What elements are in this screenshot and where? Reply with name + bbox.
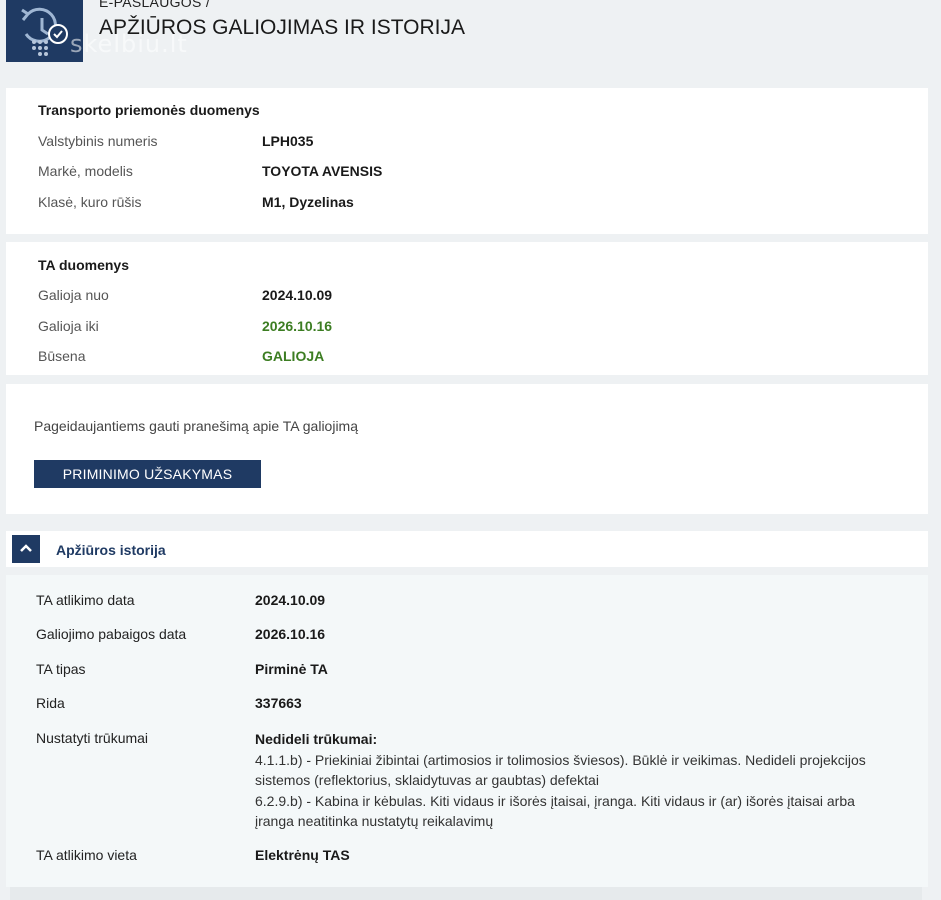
history-toggle-button[interactable] <box>12 535 40 563</box>
expiry-date-value: 2026.10.16 <box>255 626 326 642</box>
history-section-header[interactable]: Apžiūros istorija <box>6 531 928 567</box>
ta-type-label: TA tipas <box>36 661 86 677</box>
defects-title: Nedideli trūkumai: <box>255 731 378 747</box>
reminder-text: Pageidaujantiems gauti pranešimą apie TA… <box>34 418 359 434</box>
inspection-date-label: TA atlikimo data <box>36 592 135 608</box>
valid-until-label: Galioja iki <box>38 318 99 334</box>
valid-until-value: 2026.10.16 <box>262 318 333 334</box>
history-title: Apžiūros istorija <box>56 542 166 558</box>
plate-label: Valstybinis numeris <box>38 133 158 149</box>
inspection-place-label: TA atlikimo vieta <box>36 847 137 863</box>
make-model-value: TOYOTA AVENSIS <box>262 163 383 179</box>
defect-line: sistemos (reflektorius, sklaidytuvas ar … <box>255 772 599 788</box>
chevron-up-icon <box>20 544 32 552</box>
plate-value: LPH035 <box>262 133 314 149</box>
expiry-date-label: Galiojimo pabaigos data <box>36 626 187 642</box>
vehicle-data-card: Transporto priemonės duomenys Valstybini… <box>6 88 928 234</box>
make-model-label: Markė, modelis <box>38 163 133 179</box>
page-header: skelbiu.lt E-PASLAUGOS / APŽIŪROS GALIOJ… <box>0 0 941 72</box>
ta-data-heading: TA duomenys <box>38 257 130 273</box>
defects-label: Nustatyti trūkumai <box>36 730 149 746</box>
defects-list: Nedideli trūkumai: 4.1.1.b) - Priekiniai… <box>255 729 905 832</box>
mileage-label: Rida <box>36 695 65 711</box>
mileage-value: 337663 <box>255 695 302 711</box>
page-title: APŽIŪROS GALIOJIMAS IR ISTORIJA <box>99 16 466 39</box>
status-badge: GALIOJA <box>262 348 325 364</box>
history-details: TA atlikimo data 2024.10.09 Galiojimo pa… <box>6 575 928 887</box>
next-history-entry <box>10 887 922 900</box>
defect-line: 6.2.9.b) - Kabina ir kėbulas. Kiti vidau… <box>255 792 855 809</box>
valid-from-value: 2024.10.09 <box>262 287 333 303</box>
defect-line: įranga neatitinka nustatytų reikalavimų <box>255 813 494 829</box>
ta-type-value: Pirminė TA <box>255 661 328 677</box>
reminder-order-button[interactable]: PRIMINIMO UŽSAKYMAS <box>34 460 261 488</box>
defect-line: 4.1.1.b) - Priekiniai žibintai (artimosi… <box>255 751 866 768</box>
vehicle-data-heading: Transporto priemonės duomenys <box>38 102 260 118</box>
reminder-card: Pageidaujantiems gauti pranešimą apie TA… <box>6 384 928 514</box>
ta-data-card: TA duomenys Galioja nuo 2024.10.09 Galio… <box>6 242 928 375</box>
breadcrumb[interactable]: E-PASLAUGOS / <box>99 0 210 10</box>
inspection-date-value: 2024.10.09 <box>255 592 326 608</box>
status-label: Būsena <box>38 348 86 364</box>
inspection-place-value: Elektrėnų TAS <box>255 847 350 863</box>
valid-from-label: Galioja nuo <box>38 287 109 303</box>
class-fuel-label: Klasė, kuro rūšis <box>38 194 142 210</box>
class-fuel-value: M1, Dyzelinas <box>262 194 354 210</box>
